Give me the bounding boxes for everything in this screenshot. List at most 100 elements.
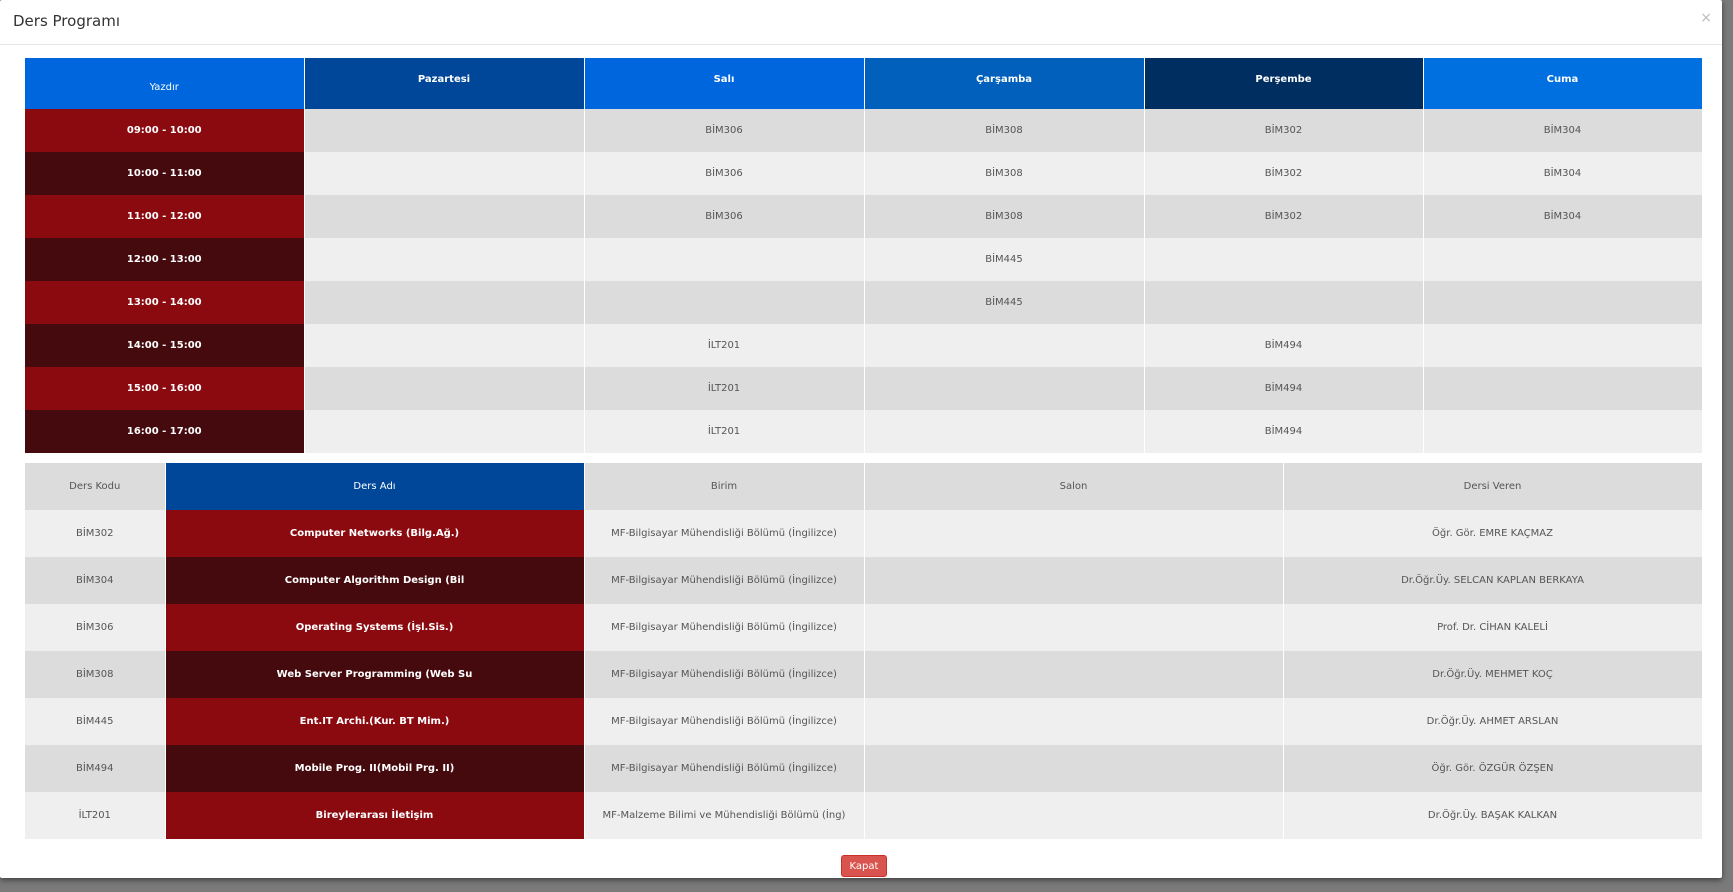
schedule-cell [304,324,585,367]
schedule-cell [1423,238,1703,281]
course-code: İLT201 [25,792,166,839]
course-name: Computer Algorithm Design (Bil [165,557,585,604]
course-list-table: Ders Kodu Ders Adı Birim Salon Dersi Ver… [25,463,1703,839]
schedule-cell [1423,410,1703,453]
table-row: BİM306 Operating Systems (İşl.Sis.) MF-Bil… [25,604,1703,651]
schedule-cell [1144,281,1424,324]
schedule-cell: İLT201 [584,410,865,453]
course-instructor: Dr.Öğr.Üy. BAŞAK KALKAN [1283,792,1703,839]
course-unit: MF-Bilgisayar Mühendisliği Bölümü (İngil… [584,745,865,792]
schedule-row: 15:00 - 16:00 İLT201 BİM494 [25,367,1703,410]
time-slot: 16:00 - 17:00 [25,410,305,453]
course-unit: MF-Bilgisayar Mühendisliği Bölümü (İngil… [584,698,865,745]
schedule-cell: BİM308 [864,195,1145,238]
schedule-cell: BİM302 [1144,152,1424,195]
schedule-cell: İLT201 [584,324,865,367]
schedule-cell [304,238,585,281]
schedule-cell [864,324,1145,367]
day-header: Cuma [1423,58,1703,109]
course-room [864,698,1284,745]
course-instructor: Dr.Öğr.Üy. MEHMET KOÇ [1283,651,1703,698]
schedule-row: 12:00 - 13:00 BİM445 [25,238,1703,281]
time-slot: 10:00 - 11:00 [25,152,305,195]
schedule-row: 09:00 - 10:00 BİM306 BİM308 BİM302 BİM304 [25,109,1703,152]
course-code: BİM306 [25,604,166,651]
schedule-cell: BİM302 [1144,109,1424,152]
time-slot: 15:00 - 16:00 [25,367,305,410]
schedule-cell: BİM306 [584,152,865,195]
schedule-cell [584,238,865,281]
course-instructor: Dr.Öğr.Üy. AHMET ARSLAN [1283,698,1703,745]
course-name: Web Server Programming (Web Su [165,651,585,698]
course-unit: MF-Bilgisayar Mühendisliği Bölümü (İngil… [584,510,865,557]
schedule-row: 11:00 - 12:00 BİM306 BİM308 BİM302 BİM304 [25,195,1703,238]
schedule-cell: BİM306 [584,109,865,152]
course-room [864,557,1284,604]
course-unit: MF-Malzeme Bilimi ve Mühendisliği Bölümü… [584,792,865,839]
course-name: Operating Systems (İşl.Sis.) [165,604,585,651]
course-code: BİM494 [25,745,166,792]
schedule-cell [1423,367,1703,410]
course-room [864,604,1284,651]
schedule-cell [304,281,585,324]
close-button[interactable]: Kapat [841,855,887,877]
table-row: BİM302 Computer Networks (Bilg.Ağ.) MF-Bil… [25,510,1703,557]
time-slot: 11:00 - 12:00 [25,195,305,238]
schedule-cell [304,195,585,238]
course-unit: MF-Bilgisayar Mühendisliği Bölümü (İngil… [584,557,865,604]
schedule-row: 14:00 - 15:00 İLT201 BİM494 [25,324,1703,367]
course-code: BİM304 [25,557,166,604]
close-icon[interactable]: × [1700,10,1712,26]
schedule-cell [304,109,585,152]
table-row: BİM304 Computer Algorithm Design (Bil MF-B… [25,557,1703,604]
modal-header: Ders Programı × [0,0,1722,45]
course-code: BİM302 [25,510,166,557]
course-code: BİM445 [25,698,166,745]
course-instructor: Dr.Öğr.Üy. SELCAN KAPLAN BERKAYA [1283,557,1703,604]
schedule-cell: BİM306 [584,195,865,238]
schedule-cell [1144,238,1424,281]
time-slot: 09:00 - 10:00 [25,109,305,152]
schedule-cell [304,410,585,453]
course-name: Ent.IT Archi.(Kur. BT Mim.) [165,698,585,745]
time-slot: 12:00 - 13:00 [25,238,305,281]
schedule-cell: BİM308 [864,109,1145,152]
day-header: Perşembe [1144,58,1424,109]
schedule-row: 10:00 - 11:00 BİM306 BİM308 BİM302 BİM304 [25,152,1703,195]
schedule-cell [1423,324,1703,367]
course-name: Computer Networks (Bilg.Ağ.) [165,510,585,557]
table-row: BİM308 Web Server Programming (Web Su MF-B… [25,651,1703,698]
time-slot: 14:00 - 15:00 [25,324,305,367]
schedule-cell: BİM304 [1423,195,1703,238]
course-instructor-header: Dersi Veren [1283,463,1703,510]
course-instructor: Öğr. Gör. EMRE KAÇMAZ [1283,510,1703,557]
schedule-cell: BİM308 [864,152,1145,195]
schedule-cell [304,152,585,195]
course-name: Mobile Prog. II(Mobil Prg. II) [165,745,585,792]
course-code: BİM308 [25,651,166,698]
schedule-table: Yazdır Pazartesi Salı Çarşamba Perşembe Cuma… [25,58,1703,453]
course-instructor: Öğr. Gör. ÖZGÜR ÖZŞEN [1283,745,1703,792]
course-room [864,745,1284,792]
schedule-cell: BİM494 [1144,324,1424,367]
schedule-row: 13:00 - 14:00 BİM445 [25,281,1703,324]
print-header[interactable]: Yazdır [25,58,305,109]
course-name: Bireylerarası İletişim [165,792,585,839]
schedule-cell: İLT201 [584,367,865,410]
schedule-cell [584,281,865,324]
course-instructor: Prof. Dr. CİHAN KALELİ [1283,604,1703,651]
table-row: İLT201 Bireylerarası İletişim MF-Malzeme B… [25,792,1703,839]
schedule-cell: BİM304 [1423,109,1703,152]
table-row: BİM445 Ent.IT Archi.(Kur. BT Mim.) MF-Bilg… [25,698,1703,745]
schedule-cell [864,410,1145,453]
schedule-cell [304,367,585,410]
day-header: Çarşamba [864,58,1145,109]
course-unit: MF-Bilgisayar Mühendisliği Bölümü (İngil… [584,604,865,651]
course-unit: MF-Bilgisayar Mühendisliği Bölümü (İngil… [584,651,865,698]
schedule-cell: BİM445 [864,238,1145,281]
schedule-cell: BİM304 [1423,152,1703,195]
schedule-cell: BİM445 [864,281,1145,324]
time-slot: 13:00 - 14:00 [25,281,305,324]
course-room [864,651,1284,698]
course-room [864,792,1284,839]
